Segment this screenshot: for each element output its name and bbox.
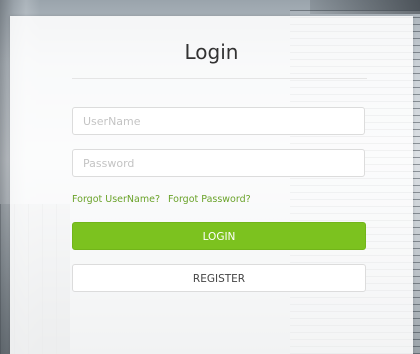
login-panel: Login Forgot UserName? Forgot Password? L…: [10, 16, 413, 354]
forgot-links: Forgot UserName? Forgot Password?: [72, 194, 251, 205]
page-title: Login: [184, 40, 239, 64]
login-button[interactable]: LOGIN: [72, 222, 366, 250]
forgot-username-link[interactable]: Forgot UserName?: [72, 194, 160, 205]
register-button[interactable]: REGISTER: [72, 264, 366, 292]
password-input[interactable]: [72, 149, 365, 177]
username-input[interactable]: [72, 107, 365, 135]
forgot-password-link[interactable]: Forgot Password?: [168, 194, 251, 205]
title-divider: [72, 78, 367, 79]
